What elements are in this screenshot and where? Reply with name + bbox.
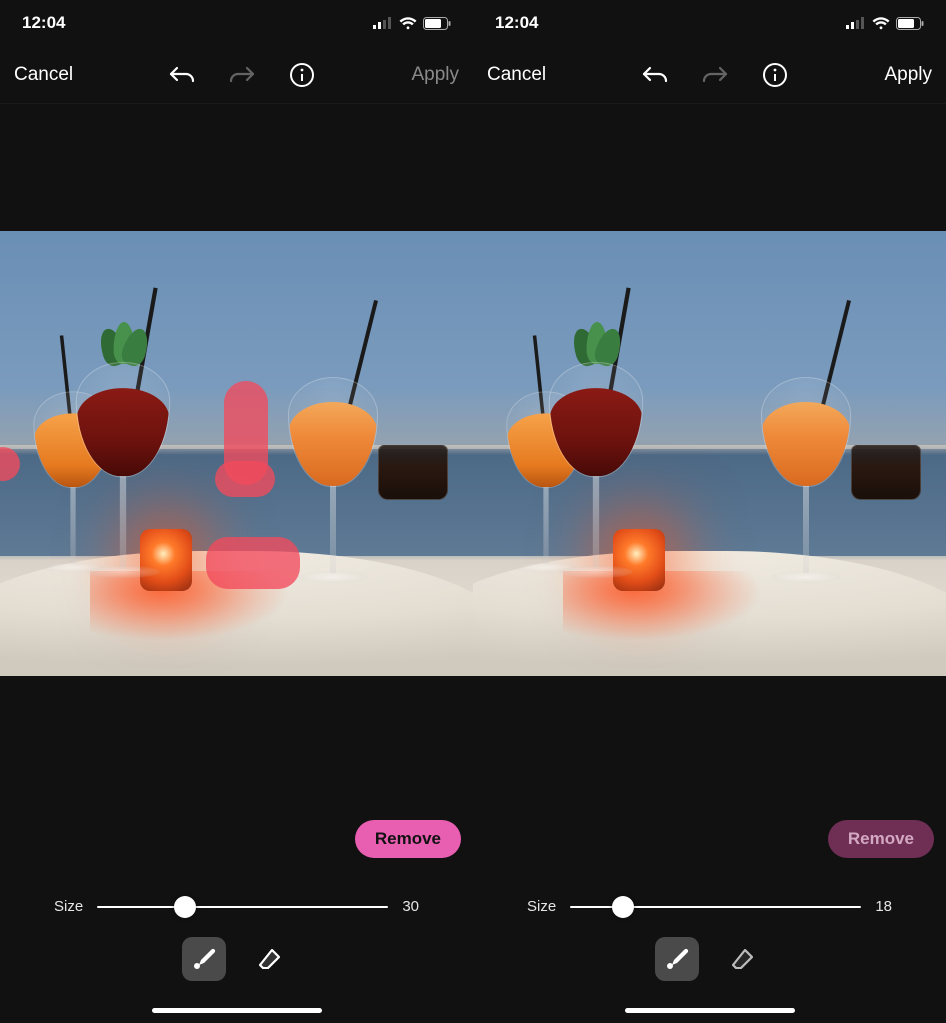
- redo-icon: [228, 64, 256, 86]
- info-button[interactable]: [286, 59, 318, 91]
- eraser-tool[interactable]: [721, 937, 765, 981]
- remove-button[interactable]: Remove: [355, 820, 461, 858]
- undo-button[interactable]: [639, 59, 671, 91]
- photo-canvas[interactable]: [473, 231, 946, 676]
- wifi-icon: [399, 17, 417, 30]
- photo-canvas[interactable]: [0, 231, 473, 676]
- info-icon: [289, 62, 315, 88]
- status-bar: 12:04: [473, 0, 946, 46]
- tool-picker: [473, 937, 946, 981]
- status-indicators: [846, 17, 924, 30]
- status-bar: 12:04: [0, 0, 473, 46]
- brush-tool[interactable]: [182, 937, 226, 981]
- size-value: 18: [875, 898, 892, 915]
- redo-icon: [701, 64, 729, 86]
- home-indicator[interactable]: [152, 1008, 322, 1013]
- size-track[interactable]: [97, 906, 388, 908]
- size-label: Size: [527, 898, 556, 915]
- selection-mark: [206, 537, 300, 589]
- editor-pane-left: 12:04 Cancel: [0, 0, 473, 1023]
- eraser-icon: [730, 946, 756, 972]
- status-time: 12:04: [495, 13, 538, 33]
- battery-icon: [423, 17, 451, 30]
- redo-button[interactable]: [699, 59, 731, 91]
- apply-button[interactable]: Apply: [407, 58, 463, 92]
- canvas-area: Remove Size 30: [0, 104, 473, 1023]
- canvas-area: Remove Size 18: [473, 104, 946, 1023]
- size-label: Size: [54, 898, 83, 915]
- cancel-button[interactable]: Cancel: [483, 58, 550, 92]
- wifi-icon: [872, 17, 890, 30]
- size-thumb[interactable]: [174, 896, 196, 918]
- cellular-icon: [846, 17, 866, 29]
- cellular-icon: [373, 17, 393, 29]
- top-toolbar: Cancel Apply: [0, 46, 473, 104]
- apply-button[interactable]: Apply: [880, 58, 936, 92]
- status-time: 12:04: [22, 13, 65, 33]
- undo-button[interactable]: [166, 59, 198, 91]
- home-indicator[interactable]: [625, 1008, 795, 1013]
- brush-tool[interactable]: [655, 937, 699, 981]
- eraser-icon: [257, 946, 283, 972]
- eraser-tool[interactable]: [248, 937, 292, 981]
- selection-mark: [215, 461, 275, 497]
- redo-button[interactable]: [226, 59, 258, 91]
- info-button[interactable]: [759, 59, 791, 91]
- size-thumb[interactable]: [612, 896, 634, 918]
- size-value: 30: [402, 898, 419, 915]
- info-icon: [762, 62, 788, 88]
- remove-button[interactable]: Remove: [828, 820, 934, 858]
- undo-icon: [168, 64, 196, 86]
- status-indicators: [373, 17, 451, 30]
- editor-pane-right: 12:04 Cancel: [473, 0, 946, 1023]
- brush-icon: [664, 946, 690, 972]
- tool-picker: [0, 937, 473, 981]
- brush-size-slider: Size 30: [0, 898, 473, 915]
- top-toolbar: Cancel Apply: [473, 46, 946, 104]
- battery-icon: [896, 17, 924, 30]
- cancel-button[interactable]: Cancel: [10, 58, 77, 92]
- brush-size-slider: Size 18: [473, 898, 946, 915]
- brush-icon: [191, 946, 217, 972]
- undo-icon: [641, 64, 669, 86]
- size-track[interactable]: [570, 906, 861, 908]
